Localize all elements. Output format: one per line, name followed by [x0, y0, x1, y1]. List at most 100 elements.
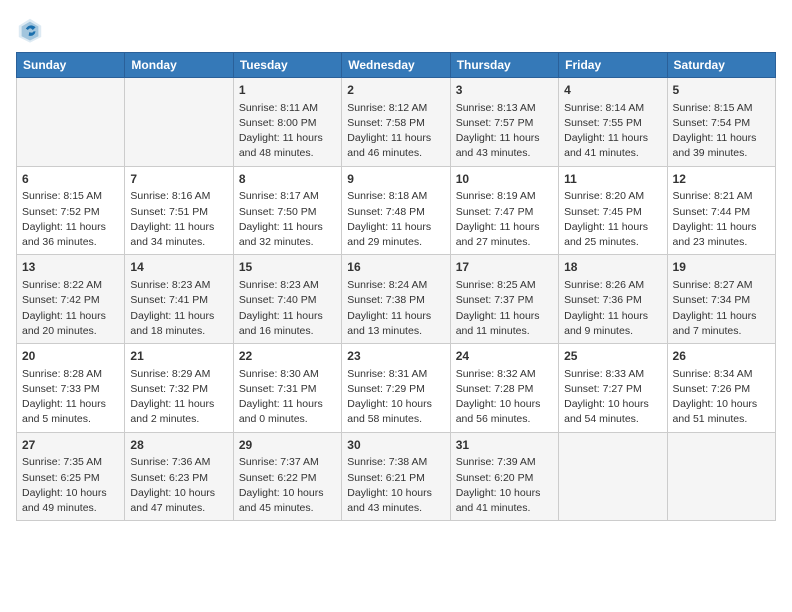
- day-info: Sunrise: 7:39 AM Sunset: 6:20 PM Dayligh…: [456, 455, 553, 516]
- calendar-cell: [125, 78, 233, 167]
- calendar-cell: 14 Sunrise: 8:23 AM Sunset: 7:41 PM Dayli…: [125, 255, 233, 344]
- day-number: 28: [130, 437, 227, 454]
- calendar-table: SundayMondayTuesdayWednesdayThursdayFrid…: [16, 52, 776, 521]
- calendar-cell: 6Sunrise: 8:15 AM Sunset: 7:52 PM Daylig…: [17, 166, 125, 255]
- day-number: 6: [22, 171, 119, 188]
- calendar-cell: 1 Sunrise: 8:11 AM Sunset: 8:00 PM Daylig…: [233, 78, 341, 167]
- calendar-week-4: 20Sunrise: 8:28 AM Sunset: 7:33 PM Dayli…: [17, 344, 776, 433]
- day-number: 16: [347, 259, 444, 276]
- calendar-cell: [17, 78, 125, 167]
- calendar-cell: [559, 432, 667, 521]
- calendar-cell: 23 Sunrise: 8:31 AM Sunset: 7:29 PM Dayli…: [342, 344, 450, 433]
- day-info: Sunrise: 8:23 AM Sunset: 7:41 PM Dayligh…: [130, 278, 227, 339]
- calendar-cell: 2 Sunrise: 8:12 AM Sunset: 7:58 PM Daylig…: [342, 78, 450, 167]
- calendar-week-5: 27Sunrise: 7:35 AM Sunset: 6:25 PM Dayli…: [17, 432, 776, 521]
- calendar-cell: 24 Sunrise: 8:32 AM Sunset: 7:28 PM Dayli…: [450, 344, 558, 433]
- calendar-cell: 18 Sunrise: 8:26 AM Sunset: 7:36 PM Dayli…: [559, 255, 667, 344]
- day-info: Sunrise: 8:32 AM Sunset: 7:28 PM Dayligh…: [456, 367, 553, 428]
- day-number: 30: [347, 437, 444, 454]
- calendar-cell: 22Sunrise: 8:30 AM Sunset: 7:31 PM Dayli…: [233, 344, 341, 433]
- day-number: 9: [347, 171, 444, 188]
- weekday-header-wednesday: Wednesday: [342, 53, 450, 78]
- weekday-header-sunday: Sunday: [17, 53, 125, 78]
- day-info: Sunrise: 8:21 AM Sunset: 7:44 PM Dayligh…: [673, 189, 770, 250]
- day-number: 21: [130, 348, 227, 365]
- calendar-cell: 21 Sunrise: 8:29 AM Sunset: 7:32 PM Dayli…: [125, 344, 233, 433]
- calendar-week-1: 1 Sunrise: 8:11 AM Sunset: 8:00 PM Daylig…: [17, 78, 776, 167]
- day-number: 17: [456, 259, 553, 276]
- day-info: Sunrise: 8:23 AM Sunset: 7:40 PM Dayligh…: [239, 278, 336, 339]
- day-number: 22: [239, 348, 336, 365]
- calendar-cell: 29Sunrise: 7:37 AM Sunset: 6:22 PM Dayli…: [233, 432, 341, 521]
- day-number: 27: [22, 437, 119, 454]
- day-number: 14: [130, 259, 227, 276]
- day-info: Sunrise: 8:29 AM Sunset: 7:32 PM Dayligh…: [130, 367, 227, 428]
- calendar-cell: 27Sunrise: 7:35 AM Sunset: 6:25 PM Dayli…: [17, 432, 125, 521]
- day-info: Sunrise: 8:25 AM Sunset: 7:37 PM Dayligh…: [456, 278, 553, 339]
- day-info: Sunrise: 8:24 AM Sunset: 7:38 PM Dayligh…: [347, 278, 444, 339]
- day-info: Sunrise: 8:33 AM Sunset: 7:27 PM Dayligh…: [564, 367, 661, 428]
- day-number: 15: [239, 259, 336, 276]
- day-number: 13: [22, 259, 119, 276]
- day-number: 26: [673, 348, 770, 365]
- day-number: 18: [564, 259, 661, 276]
- day-info: Sunrise: 7:35 AM Sunset: 6:25 PM Dayligh…: [22, 455, 119, 516]
- calendar-cell: 15 Sunrise: 8:23 AM Sunset: 7:40 PM Dayli…: [233, 255, 341, 344]
- day-info: Sunrise: 7:36 AM Sunset: 6:23 PM Dayligh…: [130, 455, 227, 516]
- day-number: 3: [456, 82, 553, 99]
- day-info: Sunrise: 8:34 AM Sunset: 7:26 PM Dayligh…: [673, 367, 770, 428]
- calendar-cell: 30Sunrise: 7:38 AM Sunset: 6:21 PM Dayli…: [342, 432, 450, 521]
- day-number: 8: [239, 171, 336, 188]
- day-info: Sunrise: 8:15 AM Sunset: 7:54 PM Dayligh…: [673, 101, 770, 162]
- day-info: Sunrise: 8:12 AM Sunset: 7:58 PM Dayligh…: [347, 101, 444, 162]
- day-number: 24: [456, 348, 553, 365]
- calendar-cell: 11Sunrise: 8:20 AM Sunset: 7:45 PM Dayli…: [559, 166, 667, 255]
- calendar-cell: 20Sunrise: 8:28 AM Sunset: 7:33 PM Dayli…: [17, 344, 125, 433]
- page-header: [16, 16, 776, 44]
- calendar-cell: 12Sunrise: 8:21 AM Sunset: 7:44 PM Dayli…: [667, 166, 775, 255]
- calendar-cell: 26 Sunrise: 8:34 AM Sunset: 7:26 PM Dayli…: [667, 344, 775, 433]
- day-info: Sunrise: 8:14 AM Sunset: 7:55 PM Dayligh…: [564, 101, 661, 162]
- day-number: 2: [347, 82, 444, 99]
- day-number: 1: [239, 82, 336, 99]
- logo: [16, 16, 48, 44]
- day-info: Sunrise: 8:26 AM Sunset: 7:36 PM Dayligh…: [564, 278, 661, 339]
- day-info: Sunrise: 8:19 AM Sunset: 7:47 PM Dayligh…: [456, 189, 553, 250]
- day-number: 23: [347, 348, 444, 365]
- day-info: Sunrise: 8:16 AM Sunset: 7:51 PM Dayligh…: [130, 189, 227, 250]
- day-info: Sunrise: 8:20 AM Sunset: 7:45 PM Dayligh…: [564, 189, 661, 250]
- weekday-header-monday: Monday: [125, 53, 233, 78]
- day-info: Sunrise: 8:13 AM Sunset: 7:57 PM Dayligh…: [456, 101, 553, 162]
- day-info: Sunrise: 8:15 AM Sunset: 7:52 PM Dayligh…: [22, 189, 119, 250]
- day-info: Sunrise: 8:18 AM Sunset: 7:48 PM Dayligh…: [347, 189, 444, 250]
- calendar-cell: 25 Sunrise: 8:33 AM Sunset: 7:27 PM Dayli…: [559, 344, 667, 433]
- day-info: Sunrise: 8:28 AM Sunset: 7:33 PM Dayligh…: [22, 367, 119, 428]
- weekday-header-tuesday: Tuesday: [233, 53, 341, 78]
- calendar-cell: 28Sunrise: 7:36 AM Sunset: 6:23 PM Dayli…: [125, 432, 233, 521]
- weekday-header-saturday: Saturday: [667, 53, 775, 78]
- calendar-cell: 16 Sunrise: 8:24 AM Sunset: 7:38 PM Dayli…: [342, 255, 450, 344]
- weekday-header-thursday: Thursday: [450, 53, 558, 78]
- calendar-cell: 4Sunrise: 8:14 AM Sunset: 7:55 PM Daylig…: [559, 78, 667, 167]
- calendar-cell: 7Sunrise: 8:16 AM Sunset: 7:51 PM Daylig…: [125, 166, 233, 255]
- day-info: Sunrise: 8:17 AM Sunset: 7:50 PM Dayligh…: [239, 189, 336, 250]
- calendar-cell: 17 Sunrise: 8:25 AM Sunset: 7:37 PM Dayli…: [450, 255, 558, 344]
- day-number: 12: [673, 171, 770, 188]
- calendar-cell: [667, 432, 775, 521]
- day-info: Sunrise: 8:11 AM Sunset: 8:00 PM Dayligh…: [239, 101, 336, 162]
- day-number: 19: [673, 259, 770, 276]
- day-number: 11: [564, 171, 661, 188]
- day-info: Sunrise: 8:31 AM Sunset: 7:29 PM Dayligh…: [347, 367, 444, 428]
- calendar-week-2: 6Sunrise: 8:15 AM Sunset: 7:52 PM Daylig…: [17, 166, 776, 255]
- logo-icon: [16, 16, 44, 44]
- calendar-cell: 8Sunrise: 8:17 AM Sunset: 7:50 PM Daylig…: [233, 166, 341, 255]
- day-number: 29: [239, 437, 336, 454]
- calendar-cell: 10Sunrise: 8:19 AM Sunset: 7:47 PM Dayli…: [450, 166, 558, 255]
- calendar-cell: 31Sunrise: 7:39 AM Sunset: 6:20 PM Dayli…: [450, 432, 558, 521]
- calendar-cell: 9Sunrise: 8:18 AM Sunset: 7:48 PM Daylig…: [342, 166, 450, 255]
- calendar-week-3: 13Sunrise: 8:22 AM Sunset: 7:42 PM Dayli…: [17, 255, 776, 344]
- day-number: 25: [564, 348, 661, 365]
- day-number: 31: [456, 437, 553, 454]
- calendar-cell: 3 Sunrise: 8:13 AM Sunset: 7:57 PM Daylig…: [450, 78, 558, 167]
- weekday-header-friday: Friday: [559, 53, 667, 78]
